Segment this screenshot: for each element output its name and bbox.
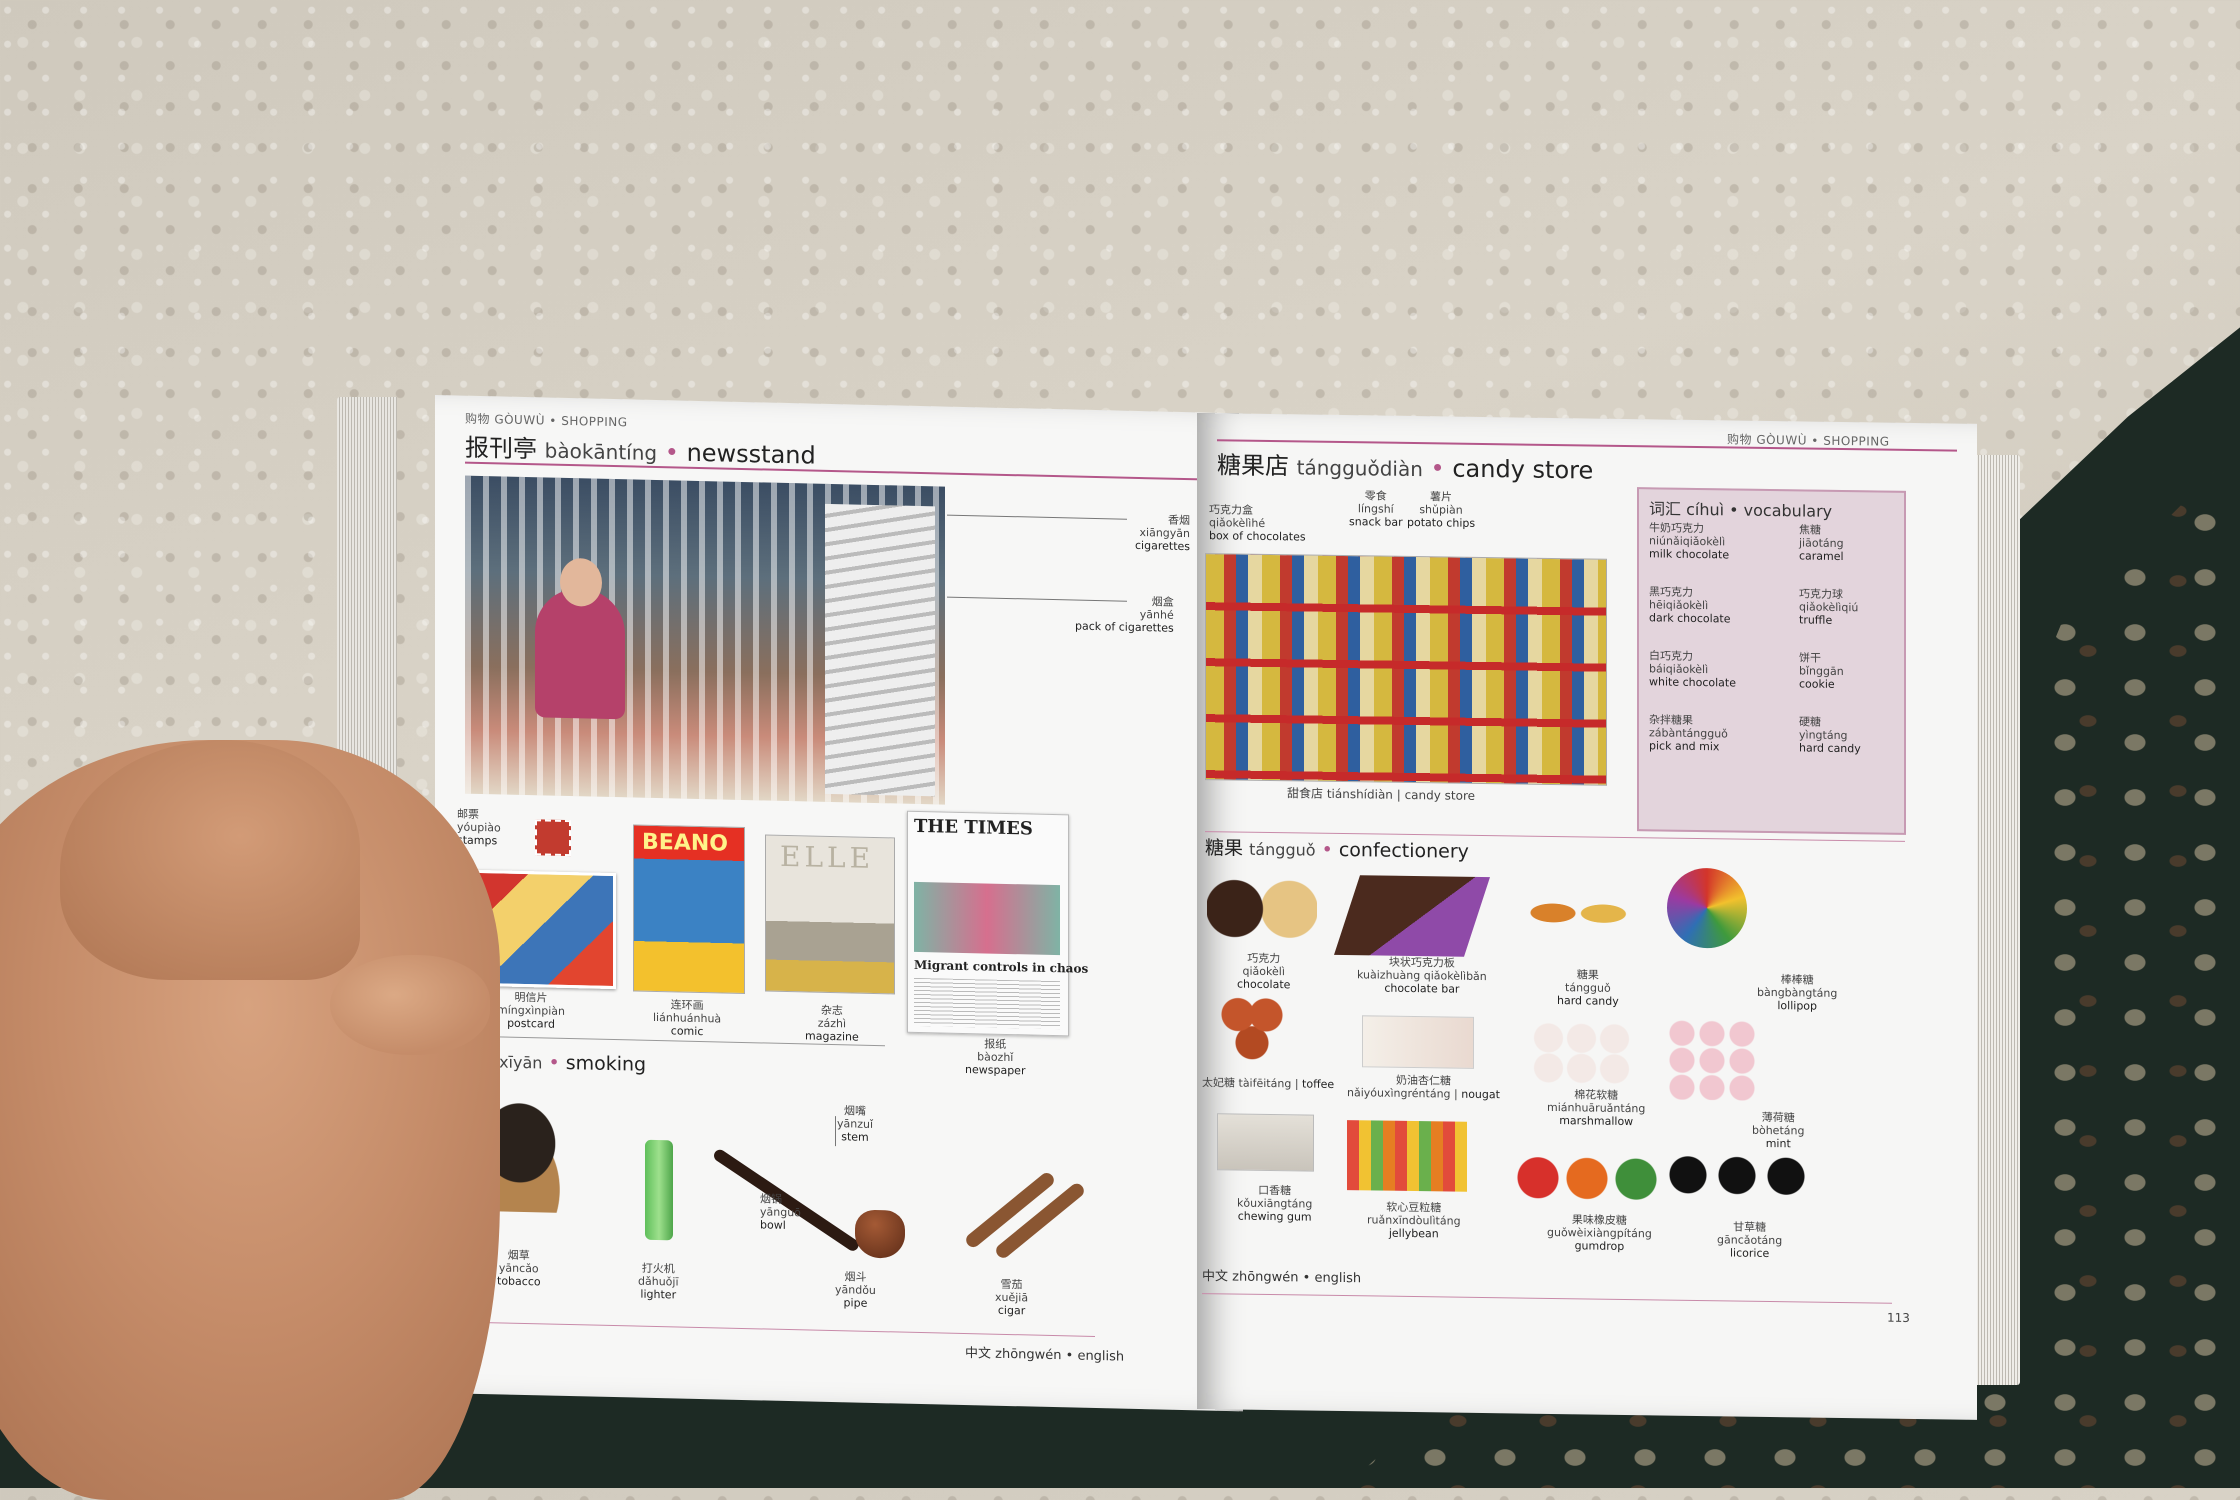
label-newspaper: 报纸 bàozhǐ newspaper — [965, 1037, 1026, 1078]
label-cigar: 雪茄 xuějiā cigar — [995, 1277, 1029, 1318]
newspaper-masthead: THE TIMES — [914, 815, 1033, 840]
vocab-item: 巧克力球 qiǎokèlìqiú truffle — [1799, 587, 1859, 627]
label-mint: 薄荷糖 bòhetáng mint — [1752, 1110, 1805, 1151]
label-gumdrop: 果味橡皮糖 guǒwèixiàngpítáng gumdrop — [1547, 1213, 1652, 1253]
left-footer: 中文 zhōngwén • english — [965, 1346, 1125, 1365]
label-pipe-bowl: 烟锅 yānguō bowl — [760, 1192, 801, 1232]
leader-line — [947, 514, 1127, 520]
label-toffee: 太妃糖 tàifēitáng | toffee — [1202, 1076, 1335, 1091]
toffee-image — [1217, 993, 1287, 1065]
magazine-masthead: ELLE — [780, 839, 875, 875]
label-lollipop: 棒棒糖 bàngbàngtáng lollipop — [1757, 973, 1838, 1013]
label-licorice: 甘草糖 gāncǎotáng licorice — [1717, 1220, 1783, 1260]
label-chocolate-bar: 块状巧克力板 kuàizhuàng qiǎokèlìbǎn chocolate ba… — [1357, 955, 1487, 996]
gumdrop-image — [1517, 1152, 1657, 1205]
vocab-item: 黑巧克力 hēiqiǎokèlì dark chocolate — [1649, 585, 1731, 626]
candy-store-photo — [1205, 553, 1607, 786]
confectionery-title: 糖果 tángguǒ • confectionery — [1205, 837, 1469, 863]
label-lighter: 打火机 dǎhuǒjī lighter — [638, 1261, 679, 1302]
jellybean-image — [1347, 1120, 1467, 1192]
photo-scene: 购物 GÒUWÙ • SHOPPING 报刊亭 bàokāntíng • new… — [0, 0, 2240, 1500]
title-pinyin: bàokāntíng — [544, 438, 658, 466]
newspaper-image: THE TIMES Migrant controls in chaos — [907, 810, 1088, 1037]
label-chocolate: 巧克力 qiǎokèlì chocolate — [1237, 951, 1291, 992]
chewing-gum-image — [1217, 1113, 1314, 1172]
chocolate-image — [1207, 873, 1317, 945]
title-en: newsstand — [686, 438, 816, 470]
label-cigarettes: 香烟 xiāngyān cigarettes — [1135, 513, 1190, 554]
vocab-item: 焦糖 jiāotáng caramel — [1799, 523, 1844, 564]
right-page-title: 糖果店 tángguǒdiàn • candy store — [1217, 451, 1594, 485]
licorice-image — [1667, 1149, 1807, 1202]
vocabulary-box: 词汇 cíhuì • vocabulary 牛奶巧克力 niúnǎiqiǎokèl… — [1637, 487, 1906, 835]
newspaper-headline: Migrant controls in chaos — [914, 957, 1089, 976]
label-stamps: 邮票 yóupiào stamps — [457, 807, 501, 848]
newsstand-photo — [465, 475, 945, 805]
label-pipe: 烟斗 yāndǒu pipe — [835, 1270, 876, 1310]
label-tobacco: 烟草 yāncǎo tobacco — [497, 1248, 541, 1289]
left-page: 购物 GÒUWÙ • SHOPPING 报刊亭 bàokāntíng • new… — [435, 395, 1243, 1412]
comic-masthead: BEANO — [642, 829, 728, 857]
comic-image: BEANO — [633, 824, 745, 995]
label-potato-chips: 薯片 shǔpiàn potato chips — [1407, 490, 1476, 530]
hard-candy-image — [1517, 877, 1637, 950]
vocab-item: 硬糖 yìngtáng hard candy — [1799, 715, 1861, 756]
newspaper-photo — [914, 881, 1060, 956]
page-number-right: 113 — [1887, 1310, 1910, 1325]
label-pack-of-cigarettes: 烟盒 yānhé pack of cigarettes — [1075, 595, 1174, 635]
lighter-image — [645, 1139, 673, 1241]
label-postcard: 明信片 míngxìnpiàn postcard — [497, 990, 566, 1031]
open-book: 购物 GÒUWÙ • SHOPPING 报刊亭 bàokāntíng • new… — [337, 395, 2035, 1420]
cigar-image — [955, 1162, 1087, 1261]
mint-image — [1667, 1019, 1757, 1101]
vocabulary-title: 词汇 cíhuì • vocabulary — [1649, 499, 1833, 521]
lollipop-image — [1667, 867, 1747, 949]
nougat-image — [1362, 1015, 1474, 1069]
label-snack-bar: 零食 língshí snack bar — [1349, 489, 1403, 529]
label-chewing-gum: 口香糖 kǒuxiāngtáng chewing gum — [1237, 1183, 1313, 1224]
label-nougat: 奶油杏仁糖 nǎiyóuxìngréntáng | nougat — [1347, 1073, 1500, 1102]
label-marshmallow: 棉花软糖 miánhuāruǎntáng marshmallow — [1547, 1088, 1646, 1129]
label-magazine: 杂志 zázhì magazine — [805, 1003, 859, 1044]
vendor-head — [560, 557, 602, 607]
magazine-image: ELLE — [765, 834, 895, 995]
vocab-item: 饼干 bǐnggān cookie — [1799, 651, 1844, 691]
label-box-of-chocolates: 巧克力盒 qiǎokèlìhé box of chocolates — [1209, 503, 1306, 544]
title-cn: 报刊亭 — [465, 433, 537, 464]
vocab-item: 牛奶巧克力 niúnǎiqiǎokèlì milk chocolate — [1649, 521, 1730, 562]
vendor-figure — [535, 587, 625, 720]
footer-rule — [455, 1321, 1095, 1337]
chocolate-bar-image — [1334, 875, 1490, 957]
label-jellybean: 软心豆粒糖 ruǎnxīndòulìtáng jellybean — [1367, 1200, 1461, 1241]
label-comic: 连环画 liánhuánhuà comic — [653, 998, 722, 1039]
candy-store-caption: 甜食店 tiánshídiàn | candy store — [1287, 786, 1476, 803]
marshmallow-image — [1532, 1022, 1632, 1085]
right-page: 购物 GÒUWÙ • SHOPPING 糖果店 tángguǒdiàn • ca… — [1197, 413, 1977, 1420]
thumb — [330, 955, 490, 1055]
right-footer: 中文 zhōngwén • english — [1202, 1269, 1362, 1287]
newspaper-rack — [825, 503, 935, 797]
pipe-image — [711, 1136, 915, 1261]
footer-rule — [1202, 1293, 1892, 1304]
newspaper-text — [914, 977, 1060, 1030]
stamp-image — [535, 819, 571, 857]
vocab-item: 白巧克力 báiqiǎokèlì white chocolate — [1649, 649, 1737, 690]
vocab-item: 杂拌糖果 zábàntángguǒ pick and mix — [1649, 713, 1728, 754]
label-hard-candy: 糖果 tángguǒ hard candy — [1557, 968, 1619, 1008]
leader-line — [835, 1116, 836, 1147]
label-pipe-stem: 烟嘴 yānzuǐ stem — [837, 1104, 874, 1144]
